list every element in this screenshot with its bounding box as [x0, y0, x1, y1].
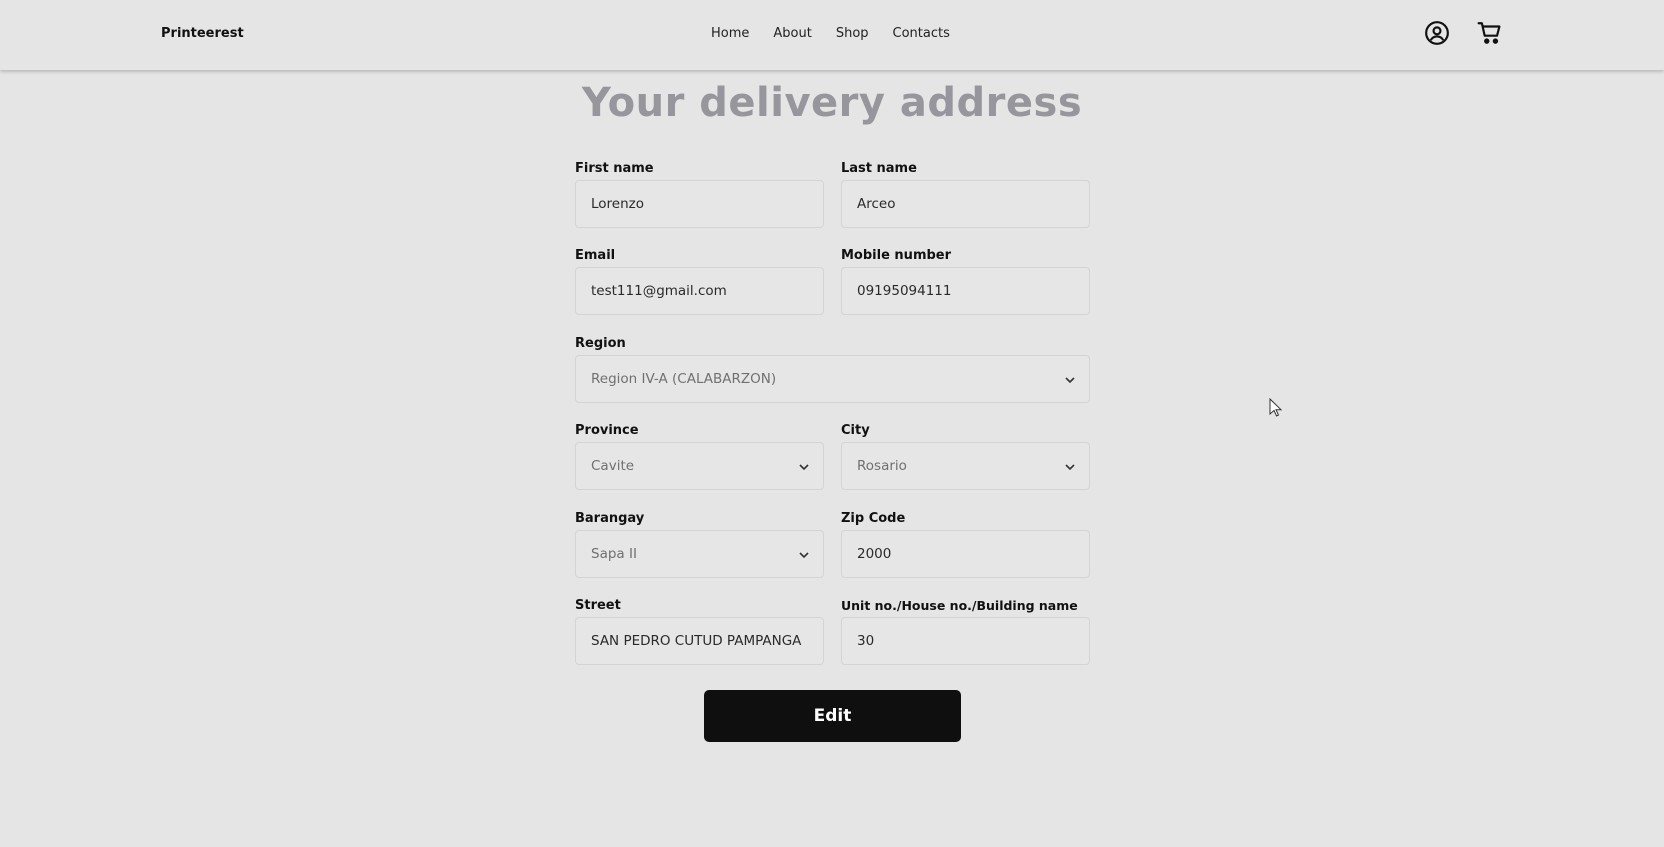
- nav-link-home[interactable]: Home: [711, 26, 749, 41]
- barangay-select[interactable]: Sapa II: [575, 530, 824, 578]
- cart-icon[interactable]: [1477, 20, 1503, 46]
- user-circle-icon[interactable]: [1424, 20, 1450, 46]
- barangay-field: Barangay Sapa II: [575, 510, 824, 578]
- email-field: Email test111@gmail.com: [575, 247, 824, 315]
- mouse-cursor-icon: [1269, 398, 1283, 417]
- nav-link-shop[interactable]: Shop: [836, 26, 869, 41]
- unit-field: Unit no./House no./Building name 30: [841, 597, 1090, 665]
- zip-code-input[interactable]: 2000: [841, 530, 1090, 578]
- region-label: Region: [575, 336, 626, 351]
- city-select[interactable]: Rosario: [841, 442, 1090, 490]
- page-title: Your delivery address: [581, 80, 1083, 126]
- region-value: Region IV-A (CALABARZON): [591, 371, 777, 387]
- province-value: Cavite: [591, 458, 635, 474]
- nav-link-about[interactable]: About: [773, 26, 811, 41]
- province-field: Province Cavite: [575, 422, 824, 490]
- email-input[interactable]: test111@gmail.com: [575, 267, 824, 315]
- last-name-input[interactable]: Arceo: [841, 180, 1090, 228]
- mobile-number-input[interactable]: 09195094111: [841, 267, 1090, 315]
- first-name-input[interactable]: Lorenzo: [575, 180, 824, 228]
- province-select[interactable]: Cavite: [575, 442, 824, 490]
- last-name-field: Last name Arceo: [841, 160, 1090, 228]
- province-label: Province: [575, 423, 639, 438]
- first-name-field: First name Lorenzo: [575, 160, 824, 228]
- region-select[interactable]: Region IV-A (CALABARZON): [575, 355, 1090, 403]
- street-field: Street SAN PEDRO CUTUD PAMPANGA: [575, 597, 824, 665]
- city-label: City: [841, 423, 870, 438]
- nav-links: Home About Shop Contacts: [711, 26, 974, 41]
- unit-input[interactable]: 30: [841, 617, 1090, 665]
- mobile-number-label: Mobile number: [841, 248, 952, 263]
- barangay-label: Barangay: [575, 511, 645, 526]
- unit-label: Unit no./House no./Building name: [841, 598, 1078, 613]
- region-field: Region Region IV-A (CALABARZON): [575, 335, 1090, 403]
- city-value: Rosario: [857, 458, 907, 474]
- barangay-value: Sapa II: [591, 546, 637, 562]
- nav-link-contacts[interactable]: Contacts: [893, 26, 950, 41]
- top-navbar: Printeerest Home About Shop Contacts: [0, 0, 1664, 70]
- mobile-number-field: Mobile number 09195094111: [841, 247, 1090, 315]
- zip-code-field: Zip Code 2000: [841, 510, 1090, 578]
- first-name-label: First name: [575, 161, 654, 176]
- chevron-down-icon: [1065, 377, 1075, 384]
- street-input[interactable]: SAN PEDRO CUTUD PAMPANGA: [575, 617, 824, 665]
- city-field: City Rosario: [841, 422, 1090, 490]
- street-label: Street: [575, 598, 621, 613]
- email-label: Email: [575, 248, 616, 263]
- chevron-down-icon: [799, 552, 809, 559]
- chevron-down-icon: [1065, 464, 1075, 471]
- edit-button[interactable]: Edit: [704, 690, 961, 742]
- last-name-label: Last name: [841, 161, 917, 176]
- zip-code-label: Zip Code: [841, 511, 906, 526]
- brand-logo[interactable]: Printeerest: [161, 26, 244, 41]
- chevron-down-icon: [799, 464, 809, 471]
